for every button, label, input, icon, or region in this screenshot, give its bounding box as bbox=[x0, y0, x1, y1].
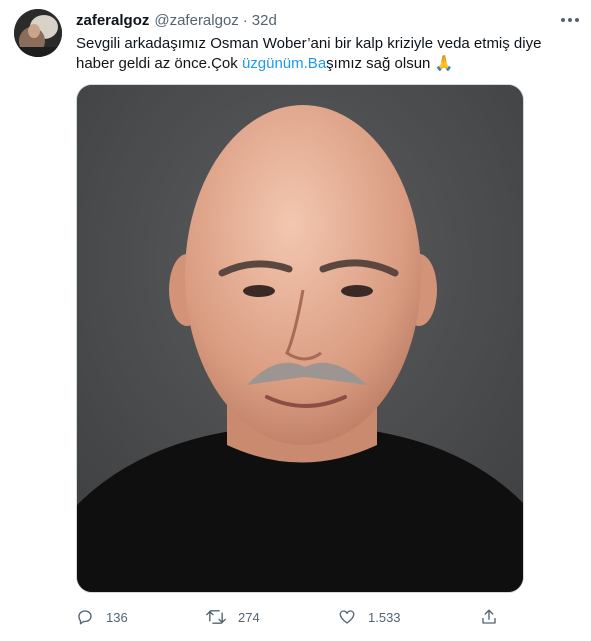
user-handle[interactable]: @zaferalgoz bbox=[154, 12, 238, 29]
share-icon bbox=[482, 609, 496, 624]
more-dots-icon bbox=[561, 18, 579, 22]
tweet[interactable]: zaferalgoz @zaferalgoz · 32d Sevgili ark… bbox=[0, 0, 591, 641]
avatar[interactable] bbox=[14, 9, 62, 57]
tweet-header: zaferalgoz @zaferalgoz · 32d bbox=[76, 10, 277, 30]
separator-dot: · bbox=[242, 11, 248, 29]
tweet-text-tail: şımız sağ olsun bbox=[326, 55, 435, 72]
praying-hands-emoji: 🙏 bbox=[434, 55, 454, 72]
retweet-icon bbox=[206, 610, 226, 624]
retweet-button[interactable]: 274 bbox=[206, 604, 260, 630]
share-button[interactable] bbox=[480, 604, 498, 630]
hashtag-link[interactable]: üzgünüm.Ba bbox=[242, 55, 326, 72]
tweet-text: Sevgili arkadaşımız Osman Wober’ani bir … bbox=[76, 34, 576, 74]
tweet-actions: 136 274 1.533 bbox=[76, 604, 506, 630]
display-name[interactable]: zaferalgoz bbox=[76, 12, 149, 29]
portrait-photo bbox=[77, 85, 523, 592]
reply-count: 136 bbox=[106, 609, 128, 625]
reply-icon bbox=[78, 610, 92, 625]
like-button[interactable]: 1.533 bbox=[338, 604, 401, 630]
heart-icon bbox=[339, 610, 355, 624]
tweet-timestamp[interactable]: 32d bbox=[252, 12, 277, 29]
more-options-button[interactable] bbox=[556, 10, 584, 30]
like-count: 1.533 bbox=[368, 609, 401, 625]
reply-button[interactable]: 136 bbox=[76, 604, 128, 630]
retweet-count: 274 bbox=[238, 609, 260, 625]
tweet-photo[interactable] bbox=[76, 84, 524, 593]
